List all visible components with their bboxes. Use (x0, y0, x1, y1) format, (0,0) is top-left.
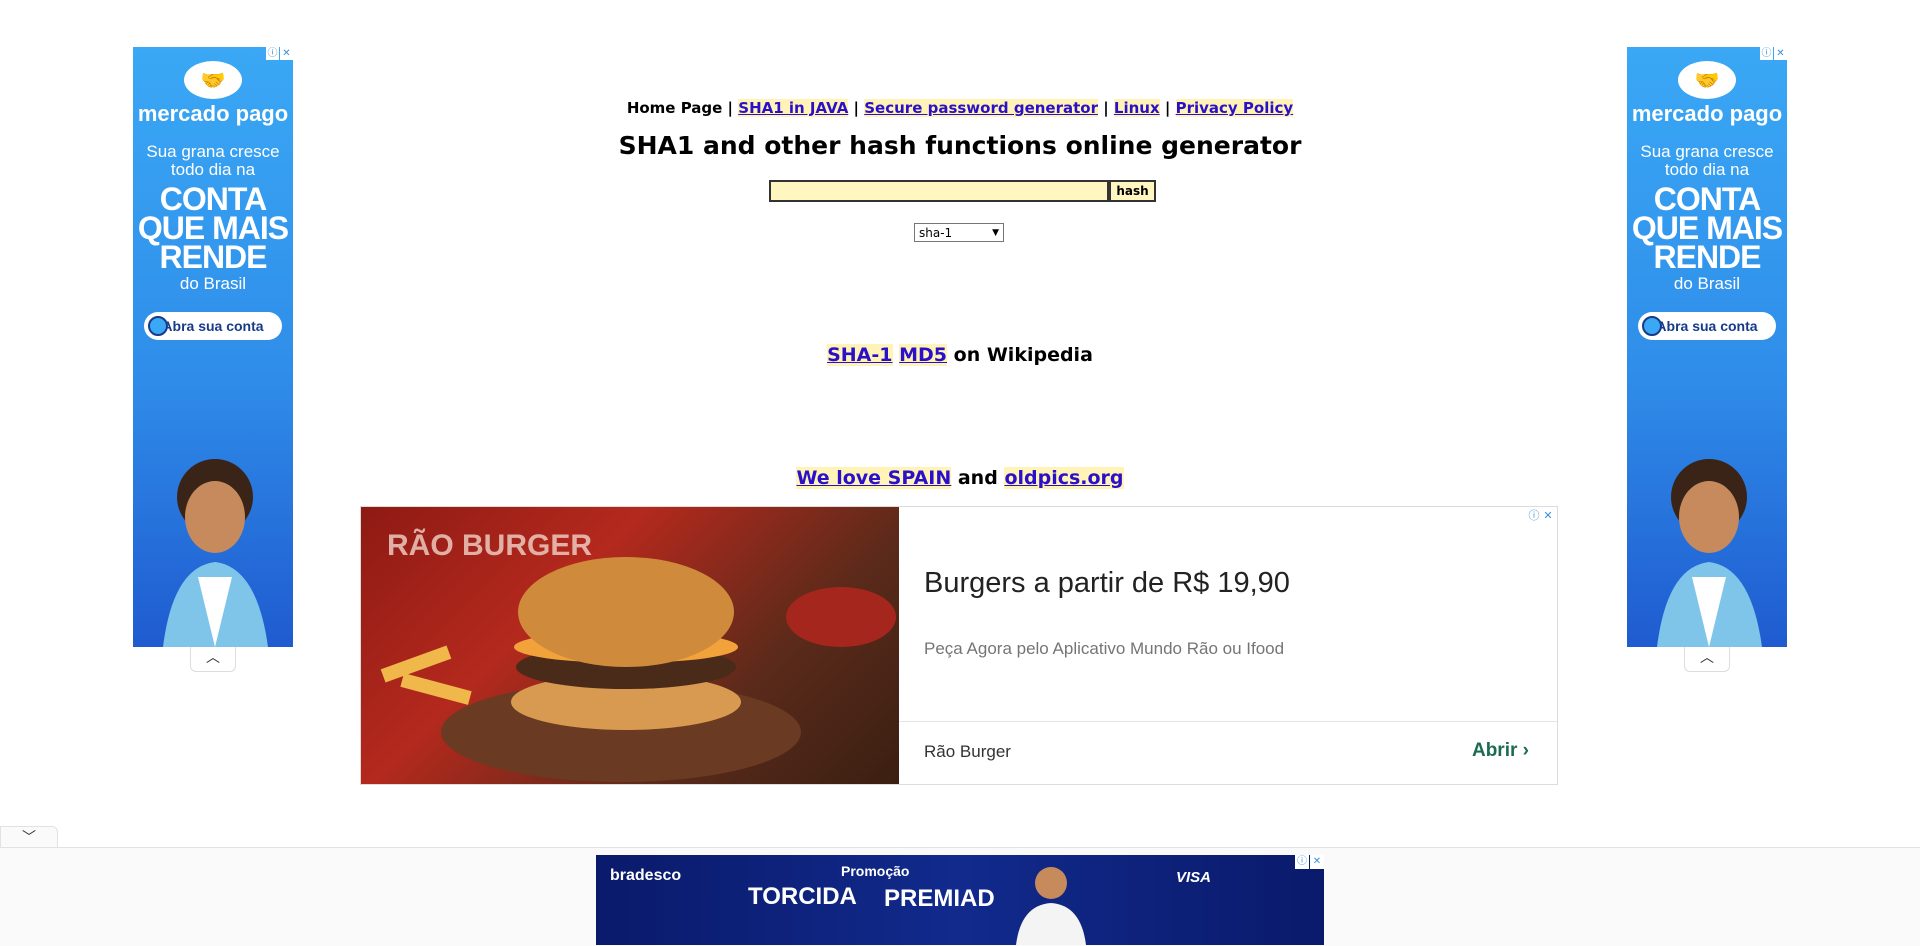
burger-ad-footer: Rão Burger Abrir › (899, 721, 1557, 784)
hash-form: hash (769, 180, 1156, 202)
chef-illustration (1016, 867, 1086, 945)
ad-small: do Brasil (1673, 274, 1741, 293)
algorithm-select[interactable]: sha-1 ▼ (914, 223, 1004, 242)
collapse-left-ad-button[interactable]: ︿ (190, 647, 236, 672)
nav-separator: | (1159, 99, 1176, 117)
bottom-ad-promo: Promoção (841, 863, 910, 879)
nav-link-sha1-java[interactable]: SHA1 in JAVA (738, 99, 849, 117)
algorithm-select-value: sha-1 (919, 225, 953, 240)
promo-links: We love SPAIN and oldpics.org (0, 467, 1920, 489)
person-illustration (1657, 459, 1762, 647)
burger-ad-open-button[interactable]: Abrir › (1472, 740, 1529, 762)
burger-ad-headline[interactable]: Burgers a partir de R$ 19,90 (924, 567, 1290, 600)
ad-info-icon[interactable]: ⓘ (266, 47, 279, 60)
ad-close-icon[interactable]: ✕ (1310, 855, 1324, 869)
ad-info-icon[interactable]: ⓘ (1295, 855, 1309, 869)
toggle-dot-icon (148, 316, 168, 336)
page-title: SHA1 and other hash functions online gen… (618, 131, 1302, 160)
collapse-right-ad-button[interactable]: ︿ (1684, 647, 1730, 672)
ad-close-icon[interactable]: ✕ (1774, 47, 1787, 60)
ad-cta-button[interactable]: Abra sua conta (144, 312, 282, 340)
bottom-ad-brand: bradesco (610, 867, 682, 884)
ad-controls: ⓘ ✕ (1294, 855, 1324, 869)
nav-home: Home Page (626, 99, 723, 117)
chevron-right-icon: › (1522, 740, 1529, 761)
ad-close-icon[interactable]: ✕ (280, 47, 293, 60)
person-illustration (163, 459, 268, 647)
burger-ad-image: RÃO BURGER (361, 507, 899, 784)
hash-button[interactable]: hash (1109, 180, 1156, 202)
ad-info-icon[interactable]: ⓘ (1527, 509, 1541, 523)
burger-illustration (380, 557, 896, 782)
ad-controls: ⓘ ✕ (1527, 509, 1555, 523)
bottom-ad-word2: PREMIAD (884, 885, 995, 912)
link-md5-wikipedia[interactable]: MD5 (899, 344, 948, 366)
handshake-icon: 🤝 (184, 61, 242, 99)
ad-cta-label: Abra sua conta (162, 318, 264, 334)
ad-small: do Brasil (179, 274, 247, 293)
collapse-bottom-ad-button[interactable]: ﹀ (0, 826, 58, 849)
wiki-suffix: on Wikipedia (953, 344, 1093, 366)
nav-separator: | (848, 99, 865, 117)
nav-link-password-generator[interactable]: Secure password generator (864, 99, 1098, 117)
chevron-down-icon: ▼ (992, 227, 999, 238)
burger-ad-subtext: Peça Agora pelo Aplicativo Mundo Rão ou … (924, 639, 1285, 658)
link-oldpics[interactable]: oldpics.org (1004, 467, 1124, 489)
handshake-icon: 🤝 (1678, 61, 1736, 99)
bottom-ad-sponsor: VISA (1176, 869, 1212, 886)
nav-separator: | (1097, 99, 1114, 117)
link-sha1-wikipedia[interactable]: SHA-1 (827, 344, 893, 366)
bottom-ad[interactable]: bradesco Promoção TORCIDA PREMIAD VISA ⓘ… (596, 855, 1324, 945)
promo-middle: and (957, 467, 998, 489)
bottom-ad-word1: TORCIDA (748, 883, 857, 910)
ad-cta-button[interactable]: Abra sua conta (1638, 312, 1776, 340)
burger-ad-open-label: Abrir (1471, 740, 1518, 761)
nav-link-linux[interactable]: Linux (1113, 99, 1160, 117)
burger-ad[interactable]: RÃO BURGER ⓘ ✕ Burgers a partir de R$ 19… (360, 506, 1558, 785)
hash-input[interactable] (769, 180, 1109, 202)
ad-headline: CONTA QUE MAIS RENDE (137, 181, 289, 275)
toggle-dot-icon (1642, 316, 1662, 336)
nav-link-privacy[interactable]: Privacy Policy (1175, 99, 1294, 117)
burger-ad-content: ⓘ ✕ Burgers a partir de R$ 19,90 Peça Ag… (899, 507, 1557, 784)
wiki-links: SHA-1 MD5 on Wikipedia (0, 344, 1920, 366)
ad-headline: CONTA QUE MAIS RENDE (1631, 181, 1783, 275)
ad-close-icon[interactable]: ✕ (1541, 509, 1555, 523)
nav-separator: | (722, 99, 739, 117)
burger-ad-advertiser: Rão Burger (924, 742, 1011, 761)
ad-cta-label: Abra sua conta (1656, 318, 1758, 334)
ad-info-icon[interactable]: ⓘ (1760, 47, 1773, 60)
top-nav: Home Page | SHA1 in JAVA | Secure passwo… (0, 99, 1920, 117)
ad-controls: ⓘ ✕ (265, 47, 293, 60)
link-we-love-spain[interactable]: We love SPAIN (796, 467, 952, 489)
ad-controls: ⓘ ✕ (1759, 47, 1787, 60)
